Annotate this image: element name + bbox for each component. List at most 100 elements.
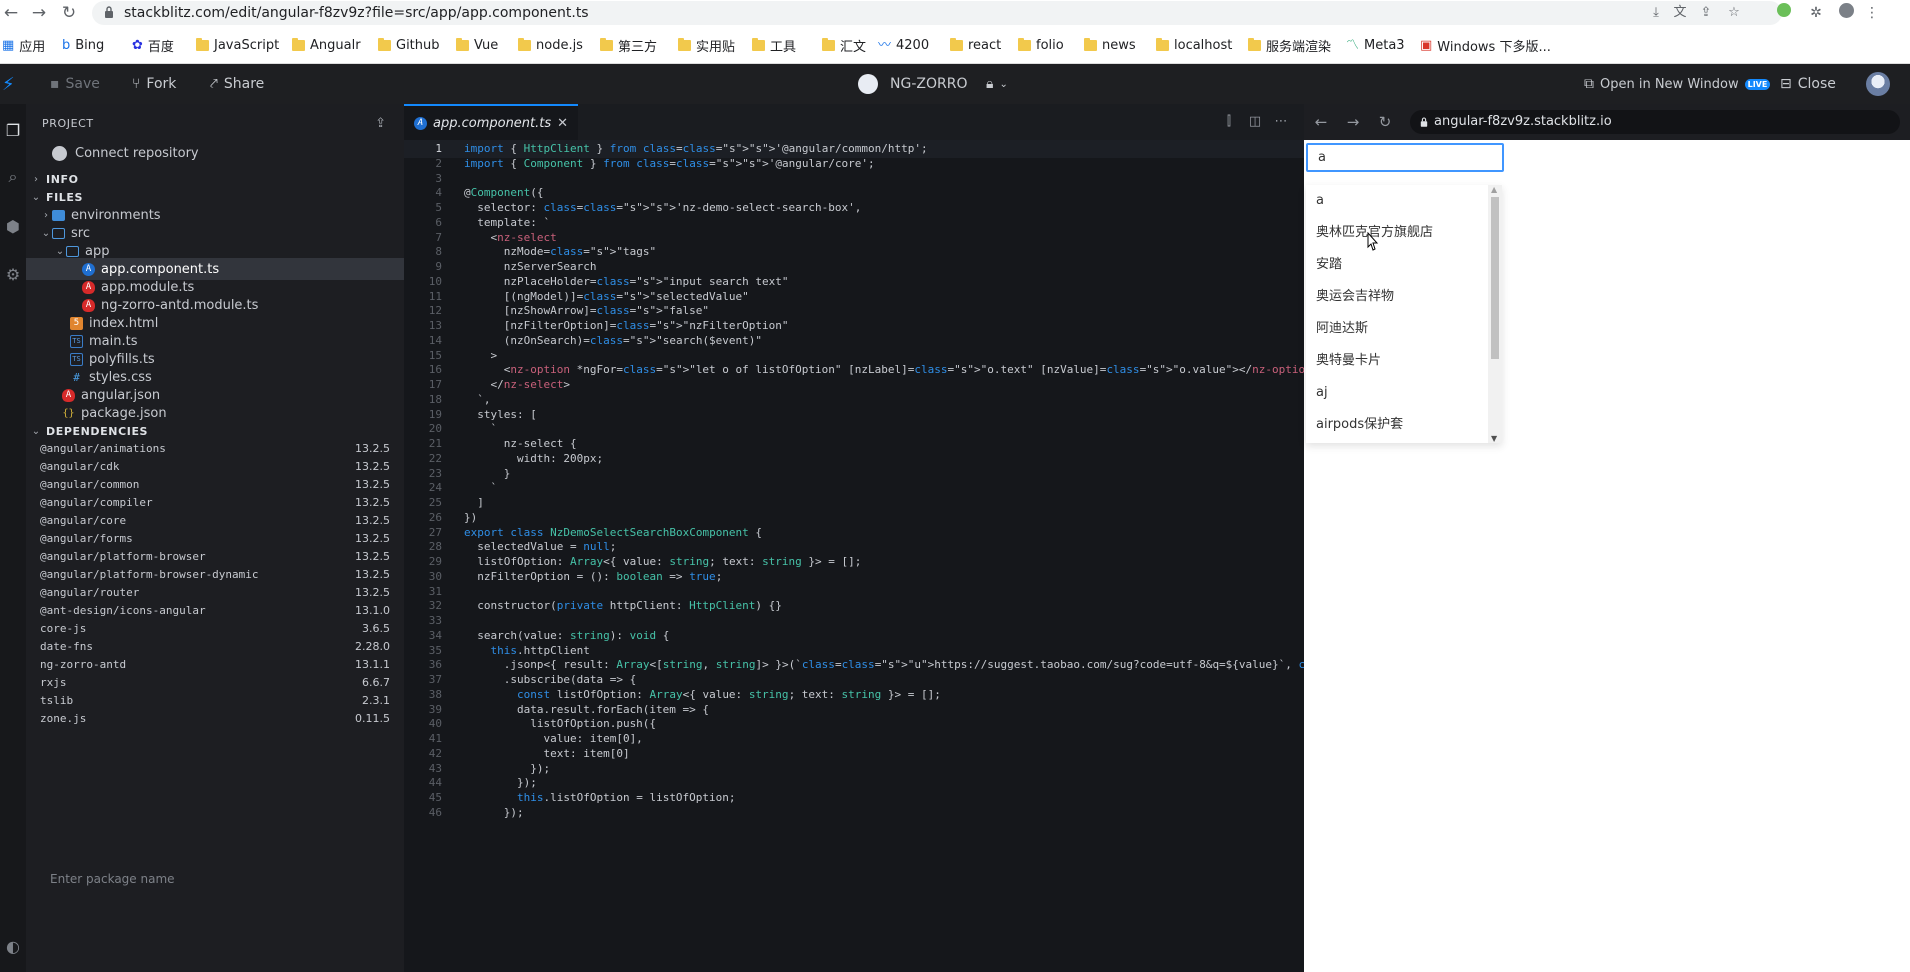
extension-badge-icon[interactable] [1774,3,1794,23]
select-option[interactable]: 奥林匹克官方旗舰店 [1306,217,1486,249]
search-icon[interactable]: ⌕ [2,166,24,188]
select-option[interactable]: 奥运会吉祥物 [1306,281,1486,313]
dependency-row[interactable]: @angular/core 13.2.5 [40,512,390,530]
bookmark-folio[interactable]: folio [1018,34,1064,56]
select-option[interactable]: 阿迪达斯 [1306,313,1486,345]
fork-button[interactable]: ⑂ Fork [132,64,176,104]
package-name-input[interactable]: Enter package name [26,868,404,890]
upload-icon[interactable]: ⇪ [375,116,386,131]
visibility-toggle[interactable]: 🔒︎ ⌄ [986,64,1008,104]
dependency-row[interactable]: @angular/router 13.2.5 [40,584,390,602]
stackblitz-logo-icon[interactable]: ⚡ [2,64,15,104]
angular-ts-icon: A [82,262,95,276]
bookmark-javascript[interactable]: JavaScript [196,34,279,56]
reload-icon[interactable]: ↻ [58,2,80,24]
dependency-row[interactable]: tslib 2.3.1 [40,692,390,710]
bookmark-nodejs[interactable]: node.js [518,34,583,56]
share-button[interactable]: ⤤ Share [210,64,264,104]
open-new-window-button[interactable]: ⧉ Open in New Window LIVE [1584,64,1771,104]
bookmark-meta3[interactable]: 〽 Meta3 [1346,34,1405,56]
select-option[interactable]: aj [1306,377,1486,409]
chevron-down-icon: ⌄ [41,227,51,239]
bookmark-practical[interactable]: 实用贴 [678,34,735,56]
dependency-row[interactable]: core-js 3.6.5 [40,620,390,638]
puzzle-extensions-icon[interactable]: ✲ [1806,3,1826,23]
scroll-down-arrow-icon[interactable]: ▼ [1491,434,1497,443]
dependency-row[interactable]: @angular/platform-browser-dynamic 13.2.5 [40,566,390,584]
preview-reload-icon[interactable]: ↻ [1376,113,1394,131]
bookmark-huiwen[interactable]: 汇文 [822,34,866,56]
save-button[interactable]: ▪ Save [50,64,100,104]
dependency-name: core-js [40,622,87,635]
split-icon[interactable]: ⫿ [1220,113,1238,131]
share-page-icon[interactable]: ⇪ [1698,5,1714,21]
bookmark-third-party[interactable]: 第三方 [600,34,657,56]
settings-gear-icon[interactable]: ⚙ [2,264,24,286]
select-option[interactable]: a [1306,185,1486,217]
extensions-icon[interactable]: ⬢ [2,216,24,238]
nz-select-search-input[interactable]: a [1306,143,1504,172]
translate-icon[interactable]: 文 [1672,5,1688,21]
code-area[interactable]: 1 import { HttpClient } from class=class=… [404,140,1504,972]
url-text[interactable]: stackblitz.com/edit/angular-f8zv9z?file=… [124,5,589,21]
bookmark-apps[interactable]: ▦ 应用 [2,34,45,56]
project-title[interactable]: NG-ZORRO [858,64,967,104]
preview-forward-icon[interactable]: → [1344,113,1362,131]
layout-icon[interactable]: ◫ [1246,113,1264,131]
scroll-up-arrow-icon[interactable]: ▲ [1491,185,1497,194]
dropdown-scrollbar[interactable]: ▲ ▼ [1488,185,1502,443]
bookmark-angualr[interactable]: Angualr [292,34,361,56]
forward-icon[interactable]: → [28,2,50,24]
dependency-version: 13.2.5 [355,568,390,581]
bookmark-github[interactable]: Github [378,34,440,56]
bookmark-ssr[interactable]: 服务端渲染 [1248,34,1331,56]
avatar[interactable] [1866,72,1890,96]
json-icon: {} [62,407,75,419]
back-icon[interactable]: ← [0,2,22,24]
profile-icon[interactable] [1836,3,1856,23]
dependency-row[interactable]: rxjs 6.6.7 [40,674,390,692]
dependency-row[interactable]: @ant-design/icons-angular 13.1.0 [40,602,390,620]
select-option[interactable]: 奥特曼卡片 [1306,345,1486,377]
dependency-row[interactable]: @angular/forms 13.2.5 [40,530,390,548]
more-icon[interactable]: ⋯ [1272,113,1290,131]
bookmark-tools[interactable]: 工具 [752,34,796,56]
bing-icon: b [62,37,71,53]
theme-toggle-icon[interactable]: ◐ [2,936,24,958]
dependency-row[interactable]: zone.js 0.11.5 [40,710,390,728]
scrollbar-thumb[interactable] [1491,197,1499,359]
preview-back-icon[interactable]: ← [1312,113,1330,131]
close-tab-icon[interactable]: ✕ [557,116,568,131]
bookmark-baidu[interactable]: ✿ 百度 [132,34,174,56]
close-button[interactable]: ⊟ Close [1780,64,1836,104]
bookmark-news[interactable]: news [1084,34,1136,56]
tab-app-component[interactable]: A app.component.ts ✕ [404,104,579,140]
dependency-row[interactable]: ng-zorro-antd 13.1.1 [40,656,390,674]
bookmark-localhost[interactable]: localhost [1156,34,1232,56]
select-option[interactable]: 安踏 [1306,249,1486,281]
line-number: 46 [428,805,442,819]
bookmark-bing[interactable]: b Bing [62,34,104,56]
bookmark-windows[interactable]: ▣ Windows 下多版... [1420,34,1551,56]
dependency-row[interactable]: @angular/animations 13.2.5 [40,440,390,458]
code-line[interactable]: 46 }); [404,804,1304,822]
editor-tabbar: A app.component.ts ✕ ⫿ ◫ ⋯ [404,104,1304,140]
select-option[interactable]: airpods保护套 [1306,409,1486,441]
folder-icon [1156,37,1169,51]
dependency-row[interactable]: @angular/common 13.2.5 [40,476,390,494]
dependency-row[interactable]: date-fns 2.28.0 [40,638,390,656]
download-icon[interactable]: ⤓ [1648,5,1664,21]
bookmark-4200[interactable]: 〰 4200 [878,34,929,56]
dependency-row[interactable]: @angular/cdk 13.2.5 [40,458,390,476]
bookmark-react[interactable]: react [950,34,1001,56]
dependency-row[interactable]: @angular/platform-browser 13.2.5 [40,548,390,566]
dependency-row[interactable]: @angular/compiler 13.2.5 [40,494,390,512]
browser-menu-icon[interactable]: ⋮ [1862,3,1882,23]
files-icon[interactable]: ❐ [2,120,24,142]
address-bar[interactable]: stackblitz.com/edit/angular-f8zv9z?file=… [92,1,1782,25]
bookmark-star-icon[interactable]: ☆ [1726,5,1742,21]
preview-url-bar[interactable]: angular-f8zv9z.stackblitz.io [1410,110,1900,134]
connect-repository-button[interactable]: Connect repository [26,142,404,164]
bookmark-vue[interactable]: Vue [456,34,498,56]
section-dependencies[interactable]: ⌄ DEPENDENCIES [26,420,404,442]
